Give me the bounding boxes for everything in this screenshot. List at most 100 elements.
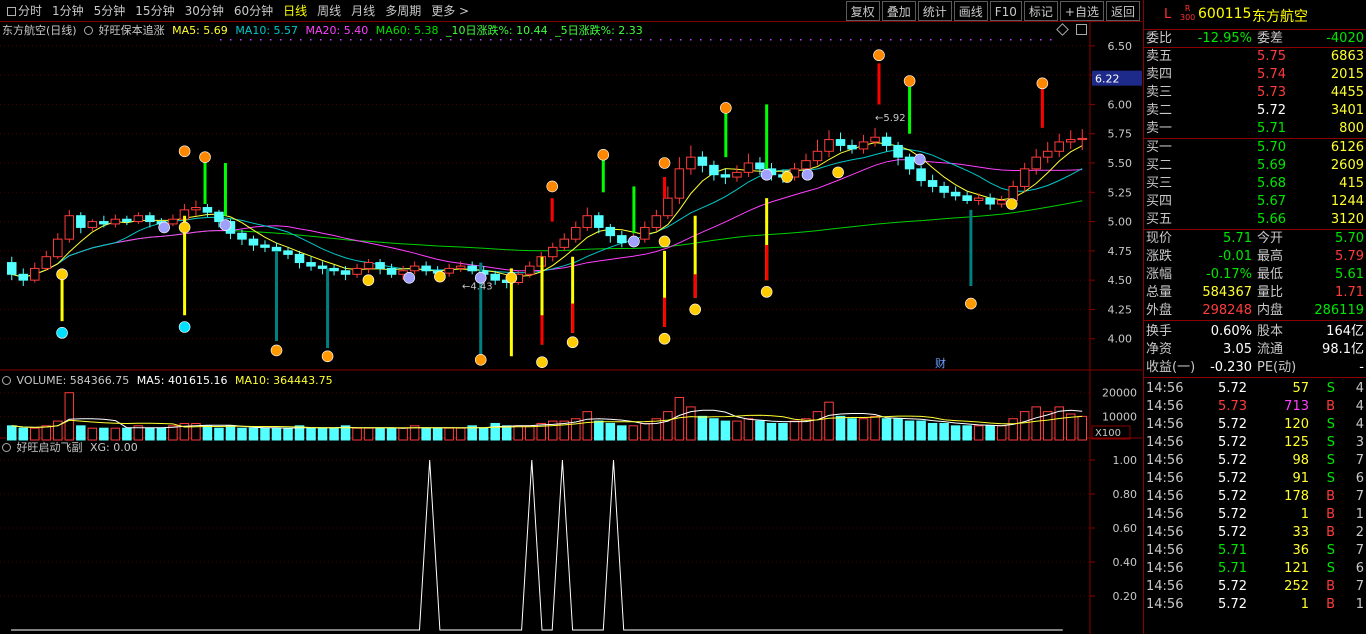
candle <box>1065 139 1076 143</box>
price-axis-label: 4.00 <box>1108 333 1133 346</box>
tick-count: 1 <box>1355 597 1364 612</box>
change-value: -0.01 <box>1218 249 1252 264</box>
outer-volume: 298248 <box>1202 303 1252 318</box>
bid-level-3[interactable]: 买三 5.68 415 <box>1144 175 1366 193</box>
equity-value: 164亿 <box>1326 324 1364 339</box>
volume-bar <box>145 427 155 441</box>
tick-time: 14:56 <box>1146 381 1184 396</box>
face-icon <box>628 235 640 248</box>
quote-panel: L R 300 600115 东方航空 委比 -12.95% 委差 -4020 卖… <box>1143 0 1366 634</box>
candle <box>847 144 857 150</box>
price-axis-label: 5.25 <box>1108 186 1133 199</box>
chart-maximize-icon[interactable] <box>1076 24 1087 35</box>
bid-price: 5.67 <box>1257 194 1286 209</box>
tick-side: B <box>1326 579 1335 594</box>
tick-row: 14:56 5.72 91 S 6 <box>1144 470 1366 488</box>
volume-bar <box>789 420 800 441</box>
ask-price: 5.73 <box>1257 85 1286 100</box>
tick-row: 14:56 5.72 125 S 3 <box>1144 434 1366 452</box>
volume-bar <box>122 427 132 441</box>
candle <box>524 265 535 275</box>
candle <box>1042 150 1053 158</box>
bid-level-1[interactable]: 买一 5.70 6126 <box>1144 139 1366 157</box>
volume-bar <box>732 420 742 441</box>
signal-dot <box>920 39 922 41</box>
signal-dot <box>960 39 962 41</box>
volume-bar <box>501 425 512 441</box>
ask-level-3[interactable]: 卖三 5.73 4455 <box>1144 84 1366 102</box>
float-value: 98.1亿 <box>1322 342 1364 357</box>
volume-bar <box>709 418 719 441</box>
indicator-switch-icon[interactable] <box>84 26 94 35</box>
signal-dot <box>830 39 832 41</box>
tick-volume: 178 <box>1284 489 1309 504</box>
signal-dot <box>540 39 542 41</box>
bid-level-5[interactable]: 买五 5.66 3120 <box>1144 211 1366 229</box>
candle <box>709 164 719 176</box>
tick-price: 5.72 <box>1218 435 1247 450</box>
sub-indicator-switch-icon[interactable] <box>2 443 11 452</box>
candle <box>444 267 454 274</box>
volume-bar <box>156 427 167 441</box>
signal-dot <box>640 39 642 41</box>
tick-list[interactable]: 14:56 5.72 57 S 4 14:56 5.73 713 B 4 14:56 5.72 120 S… <box>1144 378 1366 614</box>
tick-price: 5.72 <box>1218 381 1247 396</box>
signal-dot <box>900 39 902 41</box>
volume-bar <box>927 422 938 441</box>
candle <box>686 156 696 170</box>
volume-bar <box>962 425 972 441</box>
sub-indicator-line <box>11 459 1063 631</box>
tick-price: 5.72 <box>1218 525 1247 540</box>
ask-level-5[interactable]: 卖一 5.71 800 <box>1144 120 1366 138</box>
ask-price: 5.72 <box>1257 103 1286 118</box>
candle <box>490 273 500 281</box>
candle <box>202 207 213 213</box>
indicator-name[interactable]: 好旺保本追涨 <box>99 24 165 37</box>
bid-level-2[interactable]: 买二 5.69 2609 <box>1144 157 1366 175</box>
candle <box>237 232 247 240</box>
ask-level-4[interactable]: 卖二 5.72 3401 <box>1144 102 1366 120</box>
low-label: 最低 <box>1257 267 1284 282</box>
eps-label: 收益(一) <box>1146 360 1196 375</box>
moneybag-icon <box>434 270 446 283</box>
face-icon <box>801 168 814 181</box>
signal-dot <box>970 39 972 41</box>
candle <box>467 265 477 272</box>
candle <box>881 136 892 146</box>
moneybag-icon <box>781 171 793 183</box>
sub-indicator-name[interactable]: 好旺启动飞副 <box>17 441 83 454</box>
bid-label: 买四 <box>1146 194 1173 209</box>
tick-count: 1 <box>1355 507 1364 522</box>
volume-bar <box>881 418 892 441</box>
tick-row: 14:56 5.72 98 S 7 <box>1144 452 1366 470</box>
peach-icon <box>658 157 671 169</box>
candle <box>594 215 604 228</box>
ask-level-1[interactable]: 卖五 5.75 6863 <box>1144 48 1366 66</box>
finance-report-marker[interactable]: 财 <box>935 356 946 370</box>
candle <box>916 168 926 182</box>
bid-volume: 1244 <box>1330 194 1364 209</box>
total-volume: 584367 <box>1202 285 1252 300</box>
signal-dot <box>560 39 562 41</box>
volume-bar <box>225 425 236 441</box>
open-price: 5.70 <box>1335 231 1364 246</box>
bid-level-4[interactable]: 买四 5.67 1244 <box>1144 193 1366 211</box>
signal-dot <box>940 39 942 41</box>
volume-bar <box>260 427 270 441</box>
tick-time: 14:56 <box>1146 399 1184 414</box>
volume-switch-icon[interactable] <box>2 376 11 385</box>
candle <box>248 238 259 246</box>
bid-price: 5.70 <box>1257 140 1286 155</box>
ask-price: 5.71 <box>1257 121 1286 136</box>
tick-time: 14:56 <box>1146 507 1184 522</box>
signal-dot <box>420 39 422 41</box>
kline-chart[interactable]: 6.506.256.005.755.505.255.004.754.504.25… <box>0 0 1142 634</box>
candle <box>548 246 558 258</box>
ask-level-2[interactable]: 卖四 5.74 2015 <box>1144 66 1366 84</box>
candle <box>30 267 40 281</box>
ask-price: 5.74 <box>1257 67 1286 82</box>
signal-dot <box>700 39 702 41</box>
tick-volume: 120 <box>1284 417 1309 432</box>
peach-icon <box>178 145 191 158</box>
volume-bar <box>594 420 604 441</box>
